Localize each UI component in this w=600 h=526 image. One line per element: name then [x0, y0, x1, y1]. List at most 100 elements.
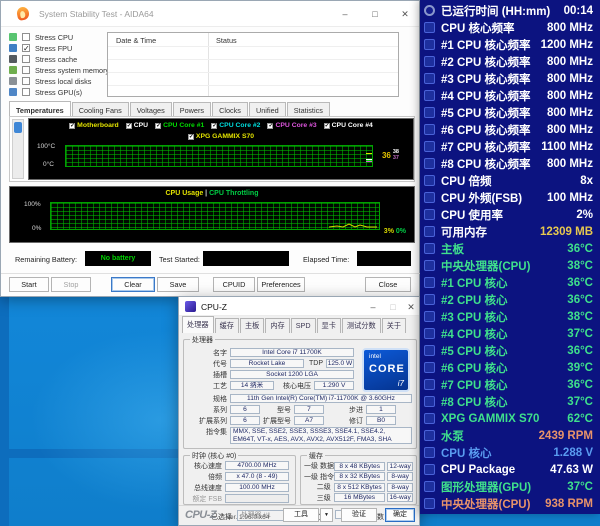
- legend-item[interactable]: Motherboard: [69, 122, 119, 129]
- sensor-value: 1.288 V: [553, 446, 593, 459]
- bus-speed-field: 100.00 MHz: [225, 483, 289, 492]
- sensor-label: 中央处理器(CPU): [441, 498, 531, 511]
- sensor-label: CPU 使用率: [441, 209, 503, 222]
- log-column-divider: [208, 33, 209, 96]
- aida-button[interactable]: Clear: [111, 277, 155, 292]
- fan-icon: [424, 498, 435, 509]
- minimize-icon[interactable]: –: [337, 7, 353, 21]
- stress-checkbox[interactable]: [22, 66, 30, 74]
- cpuz-tab[interactable]: 关于: [381, 318, 407, 333]
- validate-button[interactable]: 验证: [341, 508, 377, 522]
- legend-checkbox[interactable]: [125, 122, 132, 129]
- cpuz-titlebar[interactable]: CPU-Z – □ ✕: [179, 297, 419, 316]
- cpuz-tab[interactable]: 处理器: [182, 316, 214, 333]
- aida-tab[interactable]: Unified: [248, 102, 286, 117]
- stress-option[interactable]: Stress CPU: [9, 32, 109, 43]
- sensor-row: #8 CPU 核心频率 800 MHz: [420, 155, 600, 172]
- sensor-value: 8x: [580, 174, 593, 187]
- sensor-row: #4 CPU 核心频率 800 MHz: [420, 87, 600, 104]
- stress-checkbox[interactable]: [22, 77, 30, 85]
- legend-checkbox[interactable]: [211, 122, 218, 129]
- stress-option[interactable]: Stress cache: [9, 54, 109, 65]
- cache-group-label: 缓存: [307, 451, 325, 461]
- graph-scrollbar-thumb[interactable]: [14, 122, 22, 133]
- legend-checkbox[interactable]: [323, 122, 330, 129]
- stress-checkbox[interactable]: [22, 88, 30, 96]
- legend-checkbox[interactable]: [267, 122, 274, 129]
- cpu-chip-icon: [424, 22, 435, 33]
- sensor-value: 800 MHz: [546, 89, 593, 102]
- legend-label: CPU Core #4: [331, 122, 373, 129]
- minimize-icon[interactable]: –: [365, 300, 381, 314]
- aida-button[interactable]: Save: [157, 277, 199, 292]
- temp-trace-core3: [366, 161, 372, 162]
- sensor-row: #1 CPU 核心 36°C: [420, 274, 600, 291]
- temp-value-bottom: 37: [392, 155, 399, 161]
- ok-button[interactable]: 确定: [385, 508, 415, 522]
- legend-item[interactable]: CPU: [125, 122, 148, 129]
- temp-scale-max: 100°C: [37, 143, 56, 150]
- pump-icon: [424, 430, 435, 441]
- aida-tab[interactable]: Temperatures: [9, 101, 71, 117]
- stress-checkbox[interactable]: [22, 55, 30, 63]
- stress-option[interactable]: Stress local disks: [9, 76, 109, 87]
- cache-size-field: 16 MBytes: [333, 493, 386, 502]
- test-started-value: [203, 251, 289, 266]
- sensor-value: 37°C: [567, 395, 593, 408]
- sensor-label: #1 CPU 核心: [441, 277, 508, 290]
- tools-button[interactable]: 工具: [283, 508, 319, 522]
- close-icon[interactable]: ✕: [403, 300, 419, 314]
- voltage-icon: [424, 447, 435, 458]
- test-log-table[interactable]: Date & Time Status: [107, 32, 399, 97]
- stress-checkbox[interactable]: [22, 44, 30, 52]
- cpuz-logo: CPU-Z: [185, 509, 217, 521]
- legend-checkbox[interactable]: [155, 122, 162, 129]
- legend-checkbox[interactable]: [69, 122, 76, 129]
- aida-button[interactable]: Stop: [51, 277, 91, 292]
- aida-tab[interactable]: Clocks: [212, 102, 248, 117]
- tools-dropdown-icon[interactable]: ▼: [320, 508, 333, 522]
- sensor-label: #4 CPU 核心: [441, 328, 508, 341]
- cache-icon: [9, 55, 17, 63]
- maximize-icon[interactable]: □: [385, 300, 401, 314]
- aida-titlebar[interactable]: System Stability Test - AIDA64 – □ ✕: [1, 1, 419, 27]
- legend-item[interactable]: CPU Core #2: [211, 122, 260, 129]
- close-icon[interactable]: ✕: [397, 7, 413, 21]
- usage-scale-max: 100%: [24, 201, 41, 208]
- cpuz-tab[interactable]: 显卡: [316, 318, 341, 333]
- legend-item[interactable]: CPU Core #4: [323, 122, 373, 129]
- sensor-value: 37°C: [567, 327, 593, 340]
- aida-button[interactable]: Preferences: [257, 277, 305, 292]
- legend-checkbox[interactable]: [187, 133, 194, 140]
- sensor-row: 中央处理器(CPU) 938 RPM: [420, 495, 600, 512]
- cpuz-tab[interactable]: 测试分数: [341, 318, 381, 333]
- legend-item[interactable]: CPU Core #1: [155, 122, 204, 129]
- legend-item[interactable]: XPG GAMMIX S70: [187, 133, 254, 140]
- gpu-icon: [9, 88, 17, 96]
- sensor-row: #2 CPU 核心频率 800 MHz: [420, 53, 600, 70]
- cache-size-field: 8 x 512 KBytes: [333, 482, 386, 492]
- aida-tab[interactable]: Cooling Fans: [71, 102, 129, 117]
- legend-item[interactable]: CPU Core #3: [267, 122, 317, 129]
- stress-checkbox[interactable]: [22, 33, 30, 41]
- stress-option[interactable]: Stress FPU: [9, 43, 109, 54]
- stress-option[interactable]: Stress system memory: [9, 65, 109, 76]
- aida-button[interactable]: Close: [365, 277, 411, 292]
- cpuz-tab[interactable]: 内存: [265, 318, 290, 333]
- cpuz-tab[interactable]: SPD: [290, 318, 316, 333]
- cpuz-tab[interactable]: 主板: [239, 318, 265, 333]
- temp-icon: [424, 328, 435, 339]
- aida-tab[interactable]: Statistics: [286, 102, 330, 117]
- legend-label: CPU Core #1: [163, 122, 205, 129]
- aida-tab[interactable]: Powers: [172, 102, 212, 117]
- cpuz-tab[interactable]: 缓存: [214, 318, 239, 333]
- cpu-chip-icon: [424, 158, 435, 169]
- aida-button[interactable]: CPUID: [213, 277, 255, 292]
- maximize-icon[interactable]: □: [367, 7, 383, 21]
- aida-button[interactable]: Start: [9, 277, 49, 292]
- aida-tab[interactable]: Voltages: [129, 102, 172, 117]
- temp-icon: [424, 379, 435, 390]
- stress-option[interactable]: Stress GPU(s): [9, 87, 109, 98]
- graph-scrollbar[interactable]: [12, 119, 24, 179]
- family-field: 6: [230, 405, 260, 414]
